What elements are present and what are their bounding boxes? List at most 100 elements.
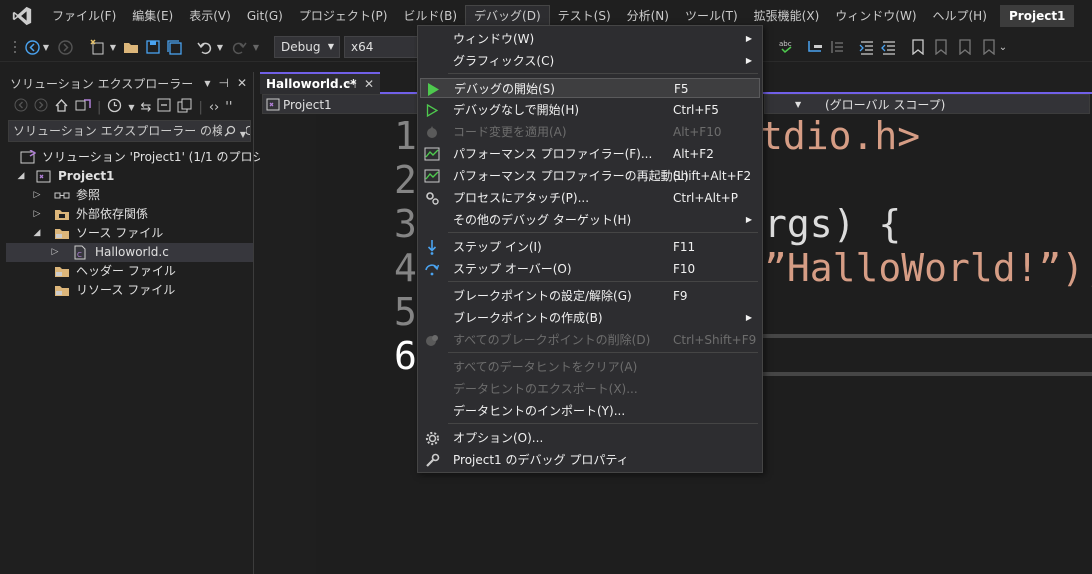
chevron-down-icon[interactable]: ▼ xyxy=(216,37,224,57)
solution-icon xyxy=(20,149,37,165)
solution-explorer-toolbar: | ▼ ⇆ | ‹› '' xyxy=(6,94,253,120)
menu-item-options[interactable]: オプション(O)... xyxy=(420,428,760,448)
collapsed-arrow-icon[interactable]: ▷ xyxy=(32,186,42,205)
chevron-down-icon[interactable]: ▼ xyxy=(128,103,134,112)
tree-item-project[interactable]: ◢ Project1 xyxy=(6,167,253,186)
menu-window[interactable]: ウィンドウ(W) xyxy=(827,5,924,27)
pin-icon[interactable]: ⊣ xyxy=(346,74,356,94)
editor-tab-halloworld[interactable]: Halloworld.c* ⊣ ✕ xyxy=(260,72,380,94)
pending-changes-filter-icon[interactable] xyxy=(107,98,122,117)
menu-item-debug-properties[interactable]: Project1 のデバッグ プロパティ xyxy=(420,450,760,470)
spell-check-icon[interactable]: abc xyxy=(778,37,796,57)
menu-item-graphics[interactable]: グラフィックス(C) ▶ xyxy=(420,51,760,71)
search-icon[interactable]: ▼ xyxy=(222,123,246,141)
home-icon[interactable] xyxy=(54,98,69,117)
menu-item-start-debugging[interactable]: デバッグの開始(S) F5 xyxy=(420,78,760,98)
toolbar-overflow-icon[interactable]: ⌄ xyxy=(998,37,1008,57)
menu-tools[interactable]: ツール(T) xyxy=(677,5,746,27)
expanded-arrow-icon[interactable]: ◢ xyxy=(32,224,42,243)
tree-item-references[interactable]: ▷ 参照 xyxy=(6,186,253,205)
new-project-icon[interactable] xyxy=(88,37,106,57)
indent-icon[interactable] xyxy=(858,37,876,57)
tab-label: Halloworld.c* xyxy=(266,77,357,91)
tree-item-solution[interactable]: ソリューション 'Project1' (1/1 のプロジェクト) xyxy=(6,148,305,167)
menu-item-shortcut: F10 xyxy=(673,262,696,276)
save-icon[interactable] xyxy=(145,37,161,57)
menu-edit[interactable]: 編集(E) xyxy=(124,5,181,27)
menu-item-new-breakpoint[interactable]: ブレークポイントの作成(B) ▶ xyxy=(420,308,760,328)
menu-separator xyxy=(448,232,758,233)
menu-item-windows[interactable]: ウィンドウ(W) ▶ xyxy=(420,29,760,49)
menu-extensions[interactable]: 拡張機能(X) xyxy=(746,5,828,27)
solution-search-input[interactable]: ソリューション エクスプローラー の検索 (Ctrl+;) ▼ xyxy=(8,120,251,142)
project-dropdown[interactable]: Project1 xyxy=(262,94,422,114)
menu-item-start-without-debugging[interactable]: デバッグなしで開始(H) Ctrl+F5 xyxy=(420,100,760,120)
chevron-down-icon[interactable]: ▼ xyxy=(252,37,260,57)
navigate-back-icon[interactable] xyxy=(24,37,40,57)
menu-item-import-datatips[interactable]: データヒントのインポート(Y)... xyxy=(420,401,760,421)
menu-help[interactable]: ヘルプ(H) xyxy=(925,5,995,27)
chevron-down-icon[interactable]: ▼ xyxy=(42,37,50,57)
expanded-arrow-icon[interactable]: ◢ xyxy=(16,167,26,186)
tree-item-halloworld-c[interactable]: ▷ C Halloworld.c xyxy=(6,243,253,262)
visual-studio-logo-icon[interactable] xyxy=(0,0,44,32)
menu-item-delete-all-breakpoints[interactable]: すべてのブレークポイントの削除(D) Ctrl+Shift+F9 xyxy=(420,330,760,350)
menu-item-clear-all-datatips[interactable]: すべてのデータヒントをクリア(A) xyxy=(420,357,760,377)
next-bookmark-icon[interactable] xyxy=(956,37,972,57)
menu-item-toggle-breakpoint[interactable]: ブレークポイントの設定/解除(G) F9 xyxy=(420,286,760,306)
bookmark-icon[interactable] xyxy=(910,37,926,57)
tree-item-resource-files[interactable]: リソース ファイル xyxy=(6,281,253,300)
menu-test[interactable]: テスト(S) xyxy=(550,5,619,27)
save-all-icon[interactable] xyxy=(166,37,182,57)
menu-item-label: その他のデバッグ ターゲット(H) xyxy=(453,213,632,227)
menu-item-other-debug-targets[interactable]: その他のデバッグ ターゲット(H) ▶ xyxy=(420,210,760,230)
menu-debug[interactable]: デバッグ(D) xyxy=(465,5,550,27)
menu-item-apply-code-changes[interactable]: コード変更を適用(A) Alt+F10 xyxy=(420,122,760,142)
menu-item-step-over[interactable]: ステップ オーバー(O) F10 xyxy=(420,259,760,279)
menu-view[interactable]: 表示(V) xyxy=(181,5,239,27)
collapsed-arrow-icon[interactable]: ▷ xyxy=(50,243,60,262)
menu-item-attach-to-process[interactable]: プロセスにアタッチ(P)... Ctrl+Alt+P xyxy=(420,188,760,208)
pin-icon[interactable]: ⊣ xyxy=(218,76,228,90)
close-icon[interactable]: ✕ xyxy=(237,76,247,90)
tree-item-external-deps[interactable]: ▷ 外部依存関係 xyxy=(6,205,253,224)
tree-item-source-files[interactable]: ◢ ソース ファイル xyxy=(6,224,253,243)
menu-build[interactable]: ビルド(B) xyxy=(395,5,465,27)
collapse-all-icon[interactable] xyxy=(157,98,171,116)
scope-dropdown[interactable]: ▼ (グローバル スコープ) xyxy=(764,94,1090,114)
solution-configuration-select[interactable]: Debug ▼ xyxy=(274,36,340,58)
separator: | xyxy=(198,99,203,115)
undo-icon[interactable] xyxy=(196,37,212,57)
chevron-down-icon: ▼ xyxy=(795,100,802,109)
menu-item-step-into[interactable]: ステップ イン(I) F11 xyxy=(420,237,760,257)
panel-options-icon[interactable]: ▼ xyxy=(204,79,210,88)
open-folder-icon[interactable] xyxy=(122,37,140,57)
solution-platform-select[interactable]: x64 xyxy=(344,36,420,58)
align-icon[interactable] xyxy=(828,37,846,57)
close-icon[interactable]: ✕ xyxy=(364,74,374,94)
menu-item-relaunch-profiler[interactable]: パフォーマンス プロファイラーの再起動(L) Shift+Alt+F2 xyxy=(420,166,760,186)
menu-item-export-datatips[interactable]: データヒントのエクスポート(X)... xyxy=(420,379,760,399)
clear-bookmarks-icon[interactable] xyxy=(980,37,996,57)
sync-icon[interactable]: ⇆ xyxy=(141,100,152,115)
project-name-badge[interactable]: Project1 xyxy=(1000,5,1075,27)
menu-analyze[interactable]: 分析(N) xyxy=(619,5,677,27)
show-all-files-icon[interactable] xyxy=(177,98,192,117)
menu-project[interactable]: プロジェクト(P) xyxy=(291,5,396,27)
navigate-forward-icon[interactable] xyxy=(57,37,73,57)
step-into-specific-icon[interactable] xyxy=(806,37,824,57)
menu-item-performance-profiler[interactable]: パフォーマンス プロファイラー(F)... Alt+F2 xyxy=(420,144,760,164)
forward-icon[interactable] xyxy=(34,98,48,116)
tree-item-header-files[interactable]: ヘッダー ファイル xyxy=(6,262,253,281)
code-icon[interactable]: ‹› xyxy=(209,100,219,115)
previous-bookmark-icon[interactable] xyxy=(932,37,948,57)
overflow-icon[interactable]: '' xyxy=(225,100,232,115)
outdent-icon[interactable] xyxy=(880,37,898,57)
switch-views-icon[interactable] xyxy=(75,98,91,117)
menu-git[interactable]: Git(G) xyxy=(239,5,291,27)
redo-icon[interactable] xyxy=(231,37,247,57)
chevron-down-icon[interactable]: ▼ xyxy=(109,37,117,57)
back-icon[interactable] xyxy=(14,98,28,116)
menu-file[interactable]: ファイル(F) xyxy=(44,5,124,27)
collapsed-arrow-icon[interactable]: ▷ xyxy=(32,205,42,224)
